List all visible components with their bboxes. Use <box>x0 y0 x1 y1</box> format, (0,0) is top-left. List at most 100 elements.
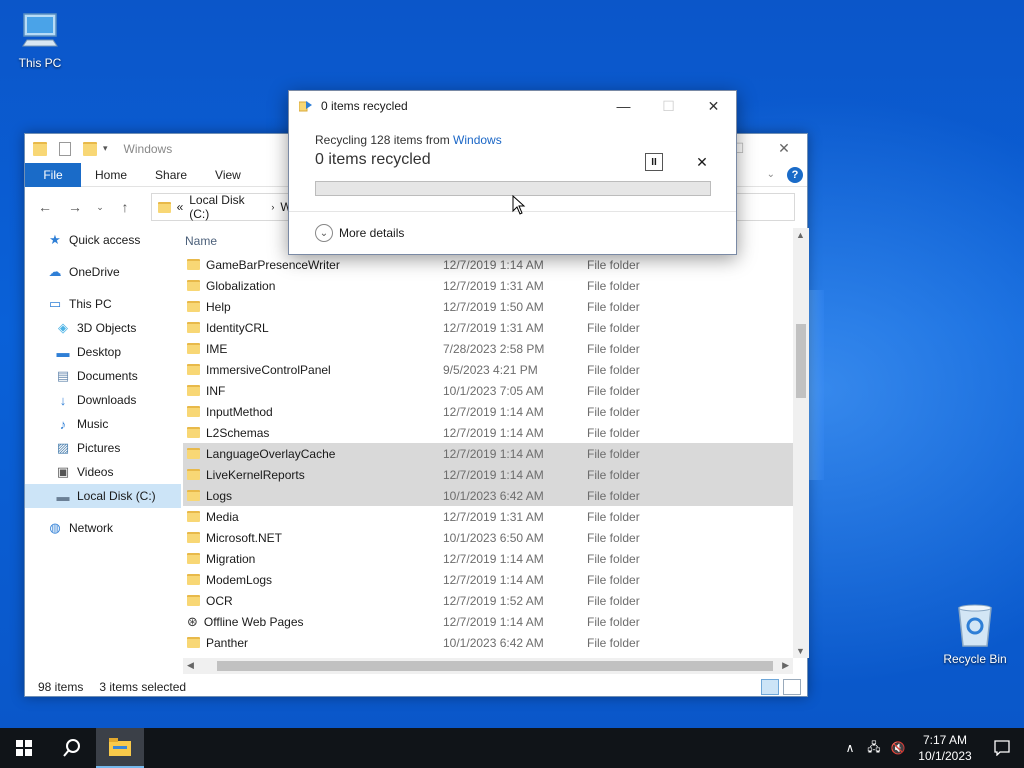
sidebar-item-pictures[interactable]: ▨ Pictures <box>25 436 181 460</box>
file-list: Name GameBarPresenceWriter 12/7/2019 1:14… <box>183 228 793 658</box>
type-cell: File folder <box>587 509 640 524</box>
file-name: Help <box>206 299 231 314</box>
table-row[interactable]: IdentityCRL 12/7/2019 1:31 AM File folder <box>183 317 793 338</box>
breadcrumb-drive[interactable]: Local Disk (C:) <box>189 193 265 221</box>
sidebar-item-documents[interactable]: ▤ Documents <box>25 364 181 388</box>
table-row[interactable]: Migration 12/7/2019 1:14 AM File folder <box>183 548 793 569</box>
table-row[interactable]: Media 12/7/2019 1:31 AM File folder <box>183 506 793 527</box>
sidebar-item-this-pc[interactable]: ▭ This PC <box>25 292 181 316</box>
search-input[interactable] <box>735 193 795 221</box>
large-icons-view-icon[interactable] <box>783 679 801 695</box>
source-folder-link[interactable]: Windows <box>453 133 502 147</box>
more-details-toggle[interactable]: ⌄ More details <box>289 211 736 254</box>
table-row[interactable]: LiveKernelReports 12/7/2019 1:14 AM File f… <box>183 464 793 485</box>
details-view-icon[interactable] <box>761 679 779 695</box>
help-icon[interactable]: ? <box>787 166 803 183</box>
table-row[interactable]: L2Schemas 12/7/2019 1:14 AM File folder <box>183 422 793 443</box>
pause-button[interactable]: II <box>645 153 663 171</box>
sidebar-item-music[interactable]: ♪ Music <box>25 412 181 436</box>
action-center-button[interactable] <box>980 740 1024 756</box>
properties-icon[interactable] <box>59 141 71 156</box>
desktop-icon-recycle-bin[interactable]: Recycle Bin <box>937 602 1013 666</box>
minimize-icon[interactable]: — <box>601 91 646 121</box>
sidebar-item-label: Videos <box>77 465 114 479</box>
expand-ribbon-icon[interactable]: ⌄ <box>767 169 775 180</box>
table-row[interactable]: LanguageOverlayCache 12/7/2019 1:14 AM Fil… <box>183 443 793 464</box>
sidebar-item-local-disk-c[interactable]: ▬ Local Disk (C:) <box>25 484 181 508</box>
tab-share[interactable]: Share <box>141 168 201 182</box>
desktop-icon-this-pc[interactable]: This PC <box>2 10 78 70</box>
type-cell: File folder <box>587 488 640 503</box>
sidebar-item-downloads[interactable]: ↓ Downloads <box>25 388 181 412</box>
forward-arrow-icon[interactable]: → <box>65 199 85 215</box>
table-row[interactable]: GameBarPresenceWriter 12/7/2019 1:14 AM Fi… <box>183 254 793 275</box>
chevron-down-icon[interactable]: ⌄ <box>315 224 333 242</box>
date-modified-cell: 7/28/2023 2:58 PM <box>443 341 545 356</box>
sidebar-item-desktop[interactable]: ▬ Desktop <box>25 340 181 364</box>
breadcrumb-arrow-icon[interactable]: › <box>271 202 274 212</box>
tab-view[interactable]: View <box>201 168 255 182</box>
start-button[interactable] <box>0 728 48 768</box>
scroll-down-icon[interactable]: ▼ <box>796 646 805 656</box>
sidebar-item-label: Quick access <box>69 233 141 247</box>
table-row[interactable]: IME 7/28/2023 2:58 PM File folder <box>183 338 793 359</box>
recent-locations-icon[interactable]: ⌄ <box>95 202 105 213</box>
table-row[interactable]: Help 12/7/2019 1:50 AM File folder <box>183 296 793 317</box>
chevron-down-icon[interactable]: ▾ <box>103 143 108 154</box>
new-folder-icon[interactable] <box>83 141 97 156</box>
scroll-up-icon[interactable]: ▲ <box>796 230 805 240</box>
table-row[interactable]: Panther 10/1/2023 6:42 AM File folder <box>183 632 793 653</box>
folder-icon <box>187 259 200 270</box>
table-row[interactable]: ModemLogs 12/7/2019 1:14 AM File folder <box>183 569 793 590</box>
file-name: OCR <box>206 593 233 608</box>
clock[interactable]: 7:17 AM 10/1/2023 <box>910 732 980 764</box>
type-cell: File folder <box>587 593 640 608</box>
close-icon[interactable]: ✕ <box>691 91 736 121</box>
scroll-thumb[interactable] <box>796 324 806 398</box>
web-pages-icon: ⊛ <box>187 613 198 629</box>
table-row[interactable]: Logs 10/1/2023 6:42 AM File folder <box>183 485 793 506</box>
table-row[interactable]: InputMethod 12/7/2019 1:14 AM File folder <box>183 401 793 422</box>
vertical-scrollbar[interactable]: ▲ ▼ <box>793 228 809 658</box>
address-bar[interactable]: « Local Disk (C:) › Win <box>151 193 301 221</box>
item-count: 98 items <box>38 680 84 694</box>
file-name: Globalization <box>206 278 276 293</box>
table-row[interactable]: ImmersiveControlPanel 9/5/2023 4:21 PM Fil… <box>183 359 793 380</box>
table-row[interactable]: Microsoft.NET 10/1/2023 6:50 AM File folde… <box>183 527 793 548</box>
dialog-title-bar[interactable]: 0 items recycled — ☐ ✕ <box>289 91 736 121</box>
horizontal-scrollbar[interactable]: ◀ ▶ <box>183 658 793 674</box>
close-icon[interactable]: ✕ <box>761 134 807 163</box>
date-modified-cell: 12/7/2019 1:14 AM <box>443 425 544 440</box>
scroll-right-icon[interactable]: ▶ <box>782 660 789 671</box>
sidebar-item-onedrive[interactable]: ☁ OneDrive <box>25 260 181 284</box>
sidebar-item-network[interactable]: ◍ Network <box>25 516 181 540</box>
recycle-progress-dialog[interactable]: 0 items recycled — ☐ ✕ Recycling 128 ite… <box>288 90 737 255</box>
show-hidden-icons-icon[interactable]: ∧ <box>838 741 862 755</box>
more-details-label[interactable]: More details <box>339 226 404 240</box>
date-modified-cell: 10/1/2023 6:42 AM <box>443 488 544 503</box>
up-arrow-icon[interactable]: ↑ <box>115 199 135 215</box>
back-arrow-icon[interactable]: ← <box>35 199 55 215</box>
network-icon[interactable]: 🖧 <box>862 738 886 759</box>
file-name-cell: OCR <box>183 594 443 608</box>
scroll-thumb[interactable] <box>217 661 773 671</box>
volume-muted-icon[interactable]: 🔇 <box>886 741 910 755</box>
table-row[interactable]: OCR 12/7/2019 1:52 AM File folder <box>183 590 793 611</box>
sidebar-item-3d-objects[interactable]: ◈ 3D Objects <box>25 316 181 340</box>
table-row[interactable]: ⊛ Offline Web Pages 12/7/2019 1:14 AM File … <box>183 611 793 632</box>
table-row[interactable]: Globalization 12/7/2019 1:31 AM File folde… <box>183 275 793 296</box>
file-name: Offline Web Pages <box>203 614 304 629</box>
sidebar-item-quick-access[interactable]: ★ Quick access <box>25 228 181 252</box>
cancel-button[interactable]: ✕ <box>693 153 711 171</box>
tab-home[interactable]: Home <box>81 168 141 182</box>
scroll-left-icon[interactable]: ◀ <box>187 660 194 671</box>
date-modified-cell: 12/7/2019 1:31 AM <box>443 320 544 335</box>
tab-file[interactable]: File <box>25 162 81 187</box>
taskbar-file-explorer[interactable] <box>96 728 144 768</box>
breadcrumb-overflow[interactable]: « <box>177 200 184 214</box>
date-modified-cell: 12/7/2019 1:31 AM <box>443 509 544 524</box>
sidebar-item-videos[interactable]: ▣ Videos <box>25 460 181 484</box>
table-row[interactable]: INF 10/1/2023 7:05 AM File folder <box>183 380 793 401</box>
search-button[interactable] <box>48 728 96 768</box>
